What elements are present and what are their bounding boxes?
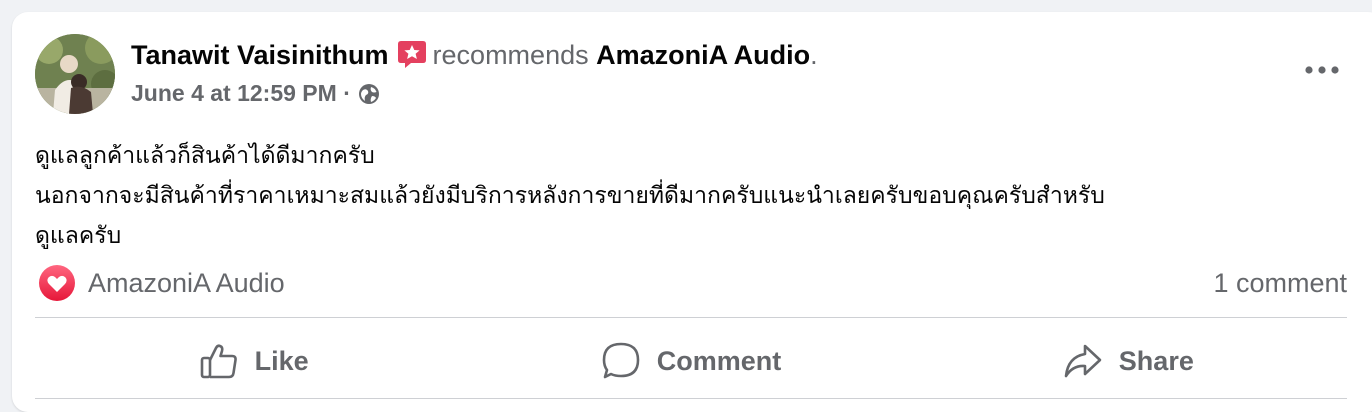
globe-icon — [357, 82, 381, 106]
comment-count[interactable]: 1 comment — [1213, 266, 1347, 300]
author-name[interactable]: Tanawit Vaisinithum — [131, 40, 389, 70]
comment-icon — [602, 342, 640, 379]
post-timestamp[interactable]: June 4 at 12:59 PM — [131, 80, 337, 106]
post-body-line: ดูแลครับ — [35, 223, 122, 249]
post-body-line: นอกจากจะมีสินค้าที่ราคาเหมาะสมแล้วยังมีบ… — [35, 183, 1105, 209]
thumbs-up-icon — [200, 344, 237, 379]
love-icon[interactable] — [38, 264, 76, 302]
share-button[interactable]: Share — [910, 330, 1347, 392]
like-label: Like — [254, 345, 309, 376]
post-body: ดูแลลูกค้าแล้วก็สินค้าได้ดีมากครับ นอกจา… — [35, 136, 1345, 256]
recommends-label: recommends — [432, 40, 589, 70]
share-label: Share — [1118, 345, 1194, 376]
share-icon — [1064, 344, 1102, 378]
post-header: Tanawit Vaisinithum recommends AmazoniA A… — [131, 38, 818, 72]
comment-label: Comment — [656, 345, 782, 376]
meta-separator: · — [343, 80, 351, 106]
post-actions: Like Comment Share — [35, 330, 1347, 392]
like-button[interactable]: Like — [35, 330, 472, 392]
reactions-row: AmazoniA Audio 1 comment — [35, 262, 1347, 306]
post-card: Tanawit Vaisinithum recommends AmazoniA A… — [12, 12, 1372, 412]
bottom-divider — [35, 398, 1347, 399]
more-options-button[interactable] — [1300, 54, 1344, 84]
recommend-badge-icon — [397, 39, 427, 69]
post-body-line: ดูแลลูกค้าแล้วก็สินค้าได้ดีมากครับ — [35, 143, 375, 169]
recommended-page-name[interactable]: AmazoniA Audio — [596, 40, 810, 70]
post-meta: June 4 at 12:59 PM · — [131, 78, 381, 108]
more-options-icon — [1305, 66, 1339, 74]
header-period: . — [810, 40, 818, 70]
avatar[interactable] — [35, 34, 115, 114]
comment-button[interactable]: Comment — [472, 330, 909, 392]
reaction-names[interactable]: AmazoniA Audio — [88, 266, 285, 300]
divider — [35, 317, 1347, 318]
